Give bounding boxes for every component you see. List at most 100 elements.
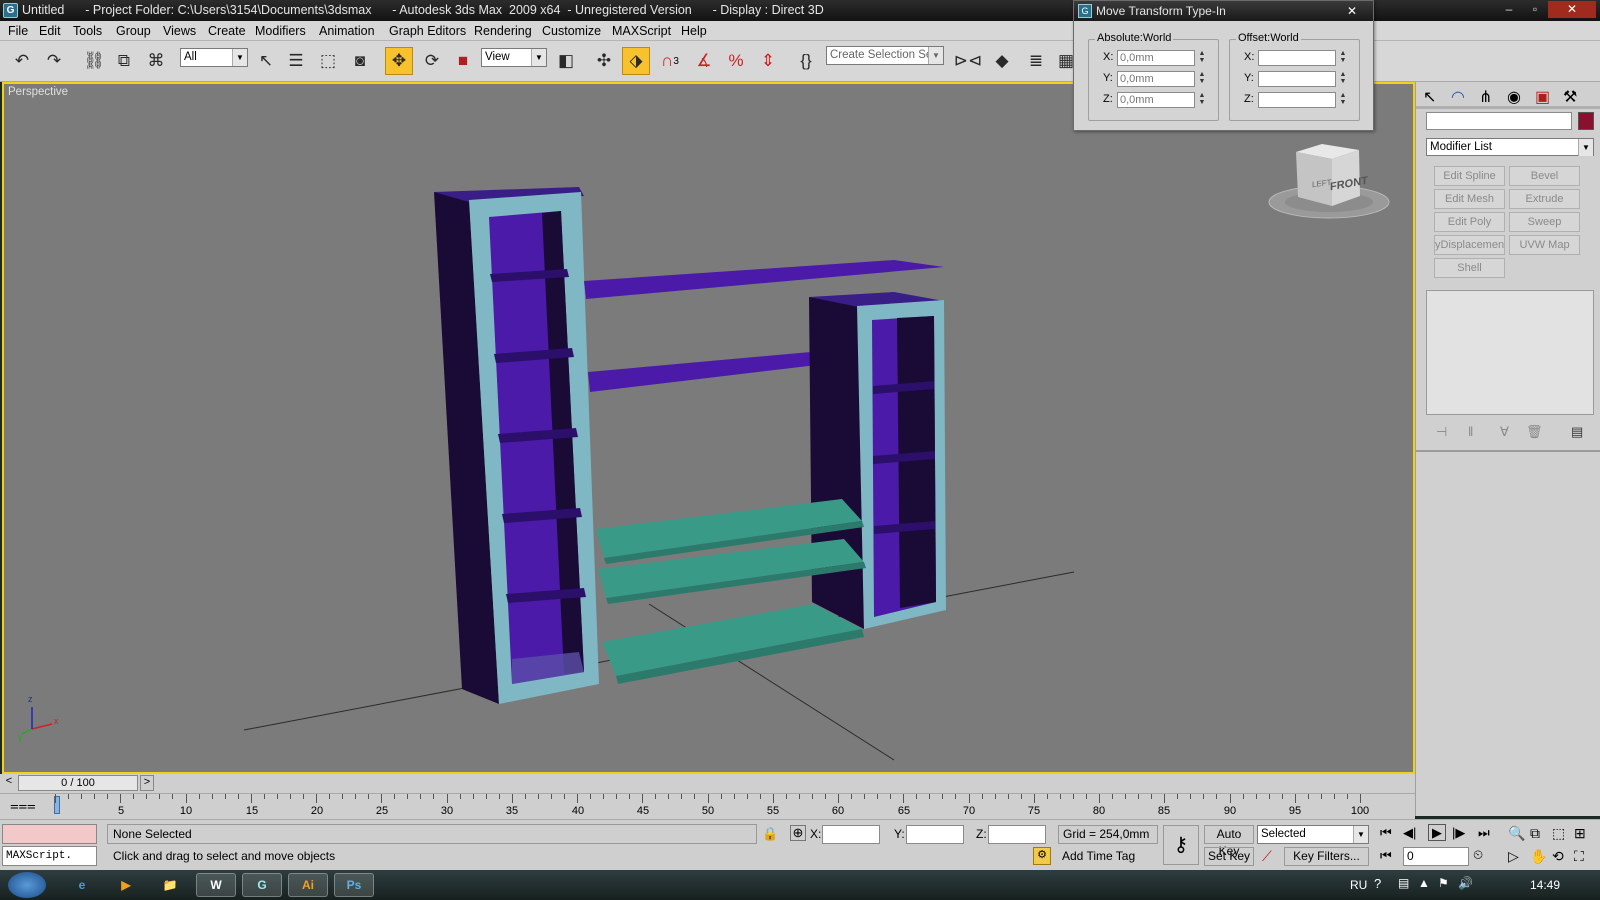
select-and-link-icon[interactable]: ⛓: [80, 47, 108, 75]
uvw-map-button[interactable]: UVW Map: [1509, 235, 1580, 255]
displacement-button[interactable]: yDisplacement: [1434, 235, 1505, 255]
pivot-center-icon[interactable]: ◧: [552, 47, 580, 75]
object-name-field[interactable]: [1426, 112, 1572, 130]
time-configuration-icon[interactable]: ⏲: [1473, 847, 1483, 863]
layer-manager-icon[interactable]: ≣: [1022, 47, 1050, 75]
coord-x-field[interactable]: [822, 825, 880, 844]
close-button[interactable]: ✕: [1548, 1, 1596, 18]
play-icon[interactable]: ▶: [1428, 824, 1446, 841]
next-frame-icon[interactable]: |▶: [1452, 825, 1465, 841]
configure-modifier-sets-icon[interactable]: ▤: [1571, 424, 1583, 440]
zoom-icon[interactable]: 🔍: [1508, 825, 1525, 842]
explorer-icon[interactable]: 📁: [150, 873, 190, 897]
menu-help[interactable]: Help: [681, 23, 707, 39]
previous-frame-icon[interactable]: ◀|: [1403, 825, 1416, 841]
hierarchy-tab-icon[interactable]: ⋔: [1479, 87, 1492, 107]
maximize-viewport-icon[interactable]: ⛶: [1574, 848, 1584, 865]
show-end-result-icon[interactable]: ‖: [1468, 424, 1473, 439]
sweep-button[interactable]: Sweep: [1509, 212, 1580, 232]
time-slider[interactable]: < 0 / 100 >: [0, 774, 1415, 793]
modifier-stack-list[interactable]: [1426, 290, 1594, 415]
angle-snap-icon[interactable]: ∡: [690, 47, 718, 75]
menu-tools[interactable]: Tools: [73, 23, 102, 39]
network-icon[interactable]: ▤: [1398, 876, 1409, 890]
edit-poly-button[interactable]: Edit Poly: [1434, 212, 1505, 232]
time-next-button[interactable]: >: [140, 775, 154, 791]
utilities-tab-icon[interactable]: ⚒: [1563, 87, 1577, 107]
internet-explorer-icon[interactable]: e: [62, 873, 102, 897]
modifier-list-dropdown[interactable]: Modifier List ▼: [1426, 138, 1594, 156]
dialog-close-button[interactable]: ✕: [1331, 1, 1373, 20]
select-by-name-icon[interactable]: ☰: [282, 47, 310, 75]
illustrator-icon[interactable]: Ai: [288, 873, 328, 897]
coord-z-field[interactable]: [988, 825, 1046, 844]
extrude-button[interactable]: Extrude: [1509, 189, 1580, 209]
orbit-icon[interactable]: ⟲: [1552, 848, 1564, 865]
maxscript-listener-mini[interactable]: [2, 824, 97, 844]
spinner-snap-icon[interactable]: ⇕: [754, 47, 782, 75]
restore-button[interactable]: ▫: [1522, 1, 1548, 18]
create-tab-icon[interactable]: ↖: [1423, 87, 1436, 107]
named-selection-set-dropdown[interactable]: Create Selection Set ▼: [826, 46, 944, 65]
minimize-button[interactable]: –: [1496, 1, 1522, 18]
offset-y-spinner-icon[interactable]: ▲ ▼: [1338, 71, 1348, 87]
clock[interactable]: 14:49: [1530, 878, 1560, 892]
unlink-icon[interactable]: ⧉: [110, 47, 138, 75]
time-prev-button[interactable]: <: [2, 775, 16, 791]
select-and-scale-icon[interactable]: ■: [449, 47, 477, 75]
abs-x-spinner-icon[interactable]: ▲ ▼: [1197, 50, 1207, 66]
absolute-mode-icon[interactable]: ⊕: [790, 825, 806, 841]
move-transform-dialog[interactable]: G Move Transform Type-In ✕ Absolute:Worl…: [1073, 0, 1374, 131]
select-and-rotate-icon[interactable]: ⟳: [418, 47, 446, 75]
zoom-all-icon[interactable]: ⧉: [1530, 825, 1540, 842]
app-icon[interactable]: G: [3, 3, 18, 18]
make-unique-icon[interactable]: ∀: [1500, 424, 1509, 440]
pin-stack-icon[interactable]: ⊣: [1436, 424, 1447, 440]
menu-maxscript[interactable]: MAXScript: [612, 23, 671, 39]
edit-spline-button[interactable]: Edit Spline: [1434, 166, 1505, 186]
current-frame-field[interactable]: 0: [1403, 847, 1469, 866]
default-tangent-icon[interactable]: ⟋: [1262, 848, 1272, 865]
perspective-viewport[interactable]: Perspective LEFT FRONT x y z: [2, 82, 1415, 774]
display-tab-icon[interactable]: ▣: [1535, 87, 1550, 107]
redo-icon[interactable]: ↷: [40, 47, 68, 75]
pan-view-icon[interactable]: ✋: [1530, 848, 1547, 865]
track-bar[interactable]: ⩶ 5 10 15 20 25 30 35 40 45 50 55 60 65 …: [0, 793, 1415, 819]
select-and-manipulate-icon[interactable]: ✣: [590, 47, 618, 75]
go-to-start-icon[interactable]: ⏮: [1380, 825, 1392, 841]
time-slider-thumb[interactable]: 0 / 100: [18, 775, 138, 791]
offset-x-spinner-icon[interactable]: ▲ ▼: [1338, 50, 1348, 66]
media-player-icon[interactable]: ▶: [106, 873, 146, 897]
percent-snap-icon[interactable]: %: [722, 47, 750, 75]
menu-rendering[interactable]: Rendering: [474, 23, 532, 39]
add-time-tag-button[interactable]: Add Time Tag: [1058, 847, 1158, 866]
abs-y-field[interactable]: 0,0mm: [1117, 71, 1195, 87]
menu-views[interactable]: Views: [163, 23, 196, 39]
undo-icon[interactable]: ↶: [8, 47, 36, 75]
motion-tab-icon[interactable]: ◉: [1507, 87, 1521, 107]
modify-tab-icon[interactable]: ◠: [1451, 87, 1465, 107]
menu-create[interactable]: Create: [208, 23, 246, 39]
dialog-title-bar[interactable]: G Move Transform Type-In ✕: [1074, 1, 1373, 21]
abs-y-spinner-icon[interactable]: ▲ ▼: [1197, 71, 1207, 87]
key-mode-dropdown[interactable]: Selected ▼: [1257, 825, 1369, 844]
bevel-button[interactable]: Bevel: [1509, 166, 1580, 186]
menu-group[interactable]: Group: [116, 23, 151, 39]
offset-x-field[interactable]: [1258, 50, 1336, 66]
edit-mesh-button[interactable]: Edit Mesh: [1434, 189, 1505, 209]
abs-z-field[interactable]: 0,0mm: [1117, 92, 1195, 108]
menu-file[interactable]: File: [8, 23, 28, 39]
menu-customize[interactable]: Customize: [542, 23, 601, 39]
offset-y-field[interactable]: [1258, 71, 1336, 87]
key-mode-toggle-icon[interactable]: ⏮: [1380, 848, 1392, 864]
zoom-extents-all-icon[interactable]: ⊞: [1574, 825, 1586, 842]
menu-animation[interactable]: Animation: [319, 23, 375, 39]
abs-x-field[interactable]: 0,0mm: [1117, 50, 1195, 66]
keyboard-shortcut-override-icon[interactable]: ⬗: [622, 47, 650, 75]
time-tag-icon[interactable]: ⚙: [1033, 847, 1051, 865]
menu-modifiers[interactable]: Modifiers: [255, 23, 306, 39]
photoshop-icon[interactable]: Ps: [334, 873, 374, 897]
flag-icon[interactable]: ⚑: [1438, 876, 1449, 890]
reference-coordinate-dropdown[interactable]: View ▼: [481, 48, 547, 67]
maxscript-input[interactable]: MAXScript.: [2, 846, 97, 866]
